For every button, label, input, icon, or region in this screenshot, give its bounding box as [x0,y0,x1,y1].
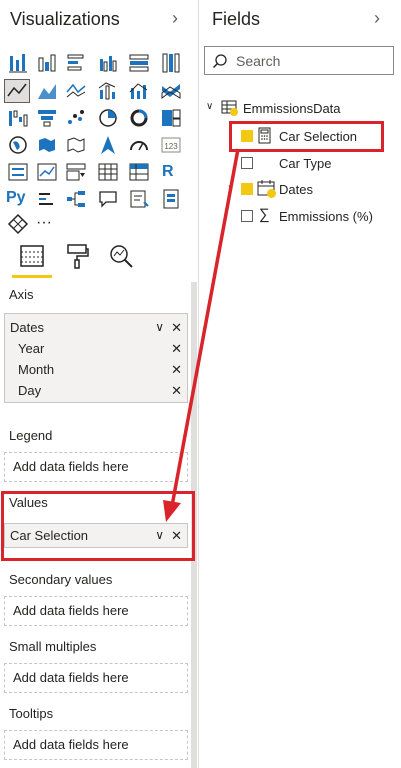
drag-arrow-annotation [163,148,240,522]
